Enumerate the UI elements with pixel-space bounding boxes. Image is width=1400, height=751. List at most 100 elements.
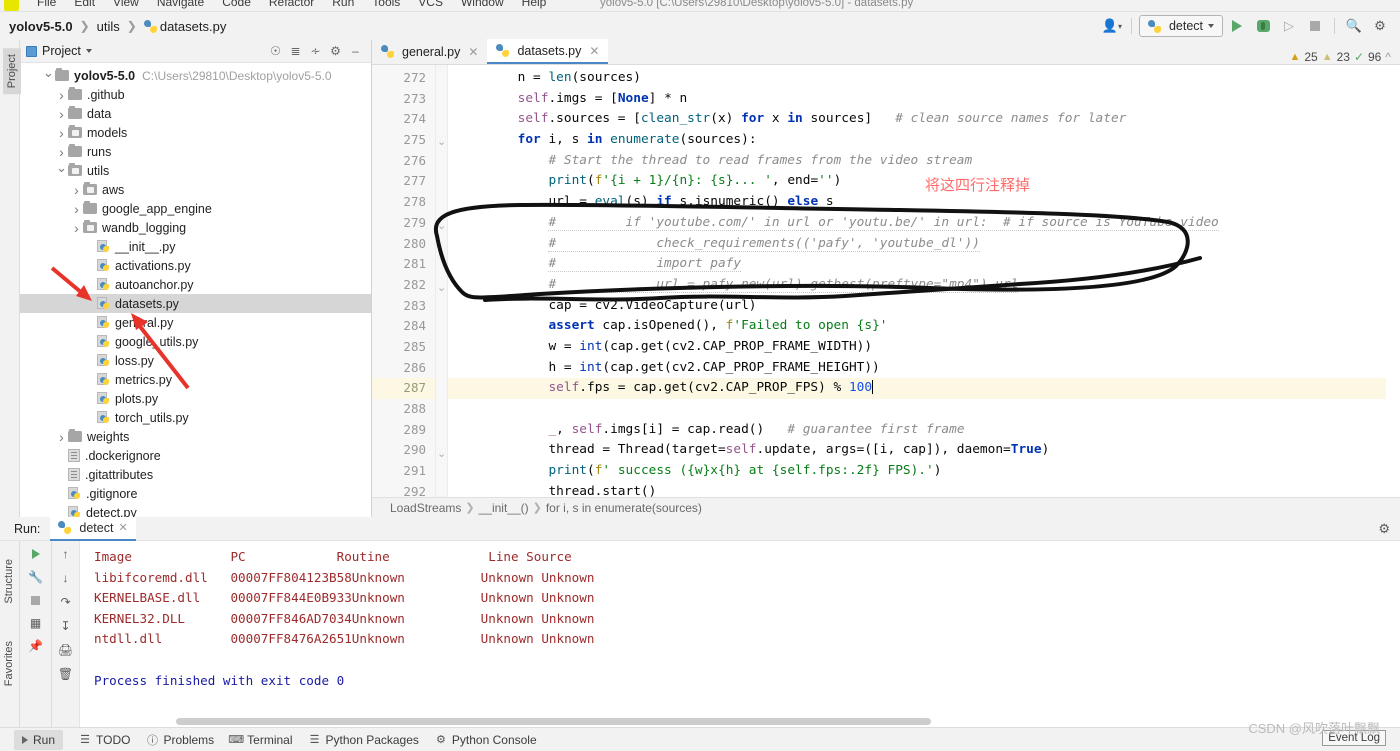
menu-item-window[interactable]: Window <box>452 0 513 8</box>
debug-button[interactable] <box>1251 15 1275 37</box>
menu-item-code[interactable]: Code <box>213 0 260 8</box>
menu-item-vcs[interactable]: VCS <box>409 0 452 8</box>
tool-tab-structure[interactable]: Structure <box>3 559 15 604</box>
tree-item-runs[interactable]: runs <box>20 142 371 161</box>
editor-tab-datasets[interactable]: datasets.py ✕ <box>487 39 609 64</box>
rerun-icon[interactable] <box>26 545 46 563</box>
code-line[interactable]: self.imgs = [None] * n <box>448 89 1386 110</box>
status-item-problems[interactable]: ⓘ Problems <box>146 733 214 747</box>
tree-item-utils[interactable]: utils <box>20 161 371 180</box>
down-icon[interactable]: ↓ <box>56 569 76 587</box>
print-icon[interactable]: 🖨 <box>56 641 76 659</box>
breadcrumb-class[interactable]: LoadStreams <box>390 501 461 515</box>
tree-item-models[interactable]: models <box>20 123 371 142</box>
tree-item--gitattributes[interactable]: .gitattributes <box>20 465 371 484</box>
close-icon[interactable]: ✕ <box>468 45 478 59</box>
breadcrumb-folder[interactable]: utils <box>94 19 123 34</box>
code-line[interactable]: self.sources = [clean_str(x) for x in so… <box>448 109 1386 130</box>
menu-item-run[interactable]: Run <box>323 0 363 8</box>
fold-marker-icon[interactable] <box>437 219 446 234</box>
code-line[interactable]: # if 'youtube.com/' in url or 'youtu.be/… <box>448 213 1386 234</box>
tree-item-general-py[interactable]: general.py <box>20 313 371 332</box>
menu-item-view[interactable]: View <box>104 0 148 8</box>
menu-item-file[interactable]: File <box>28 0 65 8</box>
tree-item-weights[interactable]: weights <box>20 427 371 446</box>
breadcrumb-file[interactable]: datasets.py <box>141 19 230 34</box>
editor-tab-general[interactable]: general.py ✕ <box>372 39 488 64</box>
search-icon[interactable]: 🔍 <box>1342 15 1366 37</box>
soft-wrap-icon[interactable]: ↷ <box>56 593 76 611</box>
code-folding-column[interactable] <box>436 65 448 497</box>
tree-item-google-app-engine[interactable]: google_app_engine <box>20 199 371 218</box>
status-item-python-packages[interactable]: ☰ Python Packages <box>309 733 419 747</box>
up-icon[interactable]: ↑ <box>56 545 76 563</box>
code-line[interactable]: print(f'{i + 1}/{n}: {s}... ', end='') <box>448 171 1386 192</box>
breadcrumb-method[interactable]: __init__() <box>479 501 529 515</box>
status-item-todo[interactable]: ☰ TODO <box>79 733 130 747</box>
tree-item--gitignore[interactable]: .gitignore <box>20 484 371 503</box>
status-item-terminal[interactable]: ⌨ Terminal <box>228 733 292 747</box>
code-line[interactable]: for i, s in enumerate(sources): <box>448 130 1386 151</box>
tree-item-wandb-logging[interactable]: wandb_logging <box>20 218 371 237</box>
tree-item-torch-utils-py[interactable]: torch_utils.py <box>20 408 371 427</box>
code-line[interactable]: self.fps = cap.get(cv2.CAP_PROP_FPS) % 1… <box>448 378 1386 399</box>
tree-item-data[interactable]: data <box>20 104 371 123</box>
chevron-down-icon[interactable] <box>42 68 55 84</box>
hide-panel-icon[interactable]: – <box>346 42 365 61</box>
scroll-to-end-icon[interactable]: ↧ <box>56 617 76 635</box>
event-log-button[interactable]: Event Log <box>1322 730 1386 746</box>
gear-icon[interactable]: ⚙ <box>1368 15 1392 37</box>
status-item-run[interactable]: Run <box>14 729 64 750</box>
locate-icon[interactable]: ☉ <box>266 42 285 61</box>
chevron-right-icon[interactable] <box>55 429 68 445</box>
run-tab-detect[interactable]: detect ✕ <box>50 516 136 541</box>
run-console-output[interactable]: Image PC Routine Line Source libifcoremd.… <box>80 541 1400 727</box>
fold-marker-icon[interactable] <box>437 135 446 150</box>
code-line[interactable]: # Start the thread to read frames from t… <box>448 151 1386 172</box>
chevron-right-icon[interactable] <box>55 144 68 160</box>
breadcrumb-statement[interactable]: for i, s in enumerate(sources) <box>546 501 702 515</box>
chevron-right-icon[interactable] <box>70 182 83 198</box>
run-button[interactable] <box>1225 15 1249 37</box>
menu-item-navigate[interactable]: Navigate <box>148 0 213 8</box>
code-content[interactable]: n = len(sources) self.imgs = [None] * n … <box>448 65 1386 497</box>
project-tree[interactable]: yolov5-5.0 C:\Users\29810\Desktop\yolov5-… <box>20 63 371 517</box>
tool-tab-project[interactable]: Project <box>3 48 21 95</box>
chevron-right-icon[interactable] <box>55 106 68 122</box>
tree-item-detect-py[interactable]: detect.py <box>20 503 371 517</box>
collapse-all-icon[interactable]: ∻ <box>306 42 325 61</box>
pin-icon[interactable]: 📌 <box>26 637 46 655</box>
fold-marker-icon[interactable] <box>437 447 446 462</box>
code-line[interactable]: url = eval(s) if s.isnumeric() else s <box>448 192 1386 213</box>
stop-icon[interactable] <box>26 591 46 609</box>
code-line[interactable]: _, self.imgs[i] = cap.read() # guarantee… <box>448 420 1386 441</box>
tree-item-autoanchor-py[interactable]: autoanchor.py <box>20 275 371 294</box>
expand-all-icon[interactable]: ≣ <box>286 42 305 61</box>
status-item-python-console[interactable]: ⚙ Python Console <box>435 733 537 747</box>
tree-item--init-py[interactable]: __init__.py <box>20 237 371 256</box>
run-coverage-button[interactable]: ▷ <box>1277 15 1301 37</box>
code-line[interactable]: # url = pafy.new(url).getbest(preftype="… <box>448 275 1386 296</box>
gear-icon[interactable]: ⚙ <box>1378 521 1400 537</box>
breadcrumb-project[interactable]: yolov5-5.0 <box>6 19 76 34</box>
chevron-down-icon[interactable] <box>55 163 68 179</box>
code-line[interactable] <box>448 399 1386 420</box>
tree-item-activations-py[interactable]: activations.py <box>20 256 371 275</box>
tree-item--dockerignore[interactable]: .dockerignore <box>20 446 371 465</box>
console-horizontal-scrollbar[interactable] <box>176 718 1386 725</box>
tree-item-loss-py[interactable]: loss.py <box>20 351 371 370</box>
trash-icon[interactable]: 🗑 <box>56 665 76 683</box>
project-panel-title[interactable]: Project <box>26 44 92 58</box>
menu-item-help[interactable]: Help <box>513 0 556 8</box>
inspection-status[interactable]: ▲ 25 ▲ 23 ✓ 96 ^ <box>1289 50 1400 64</box>
chevron-right-icon[interactable] <box>70 201 83 217</box>
close-icon[interactable]: ✕ <box>589 44 599 58</box>
menu-item-edit[interactable]: Edit <box>65 0 104 8</box>
code-line[interactable]: h = int(cap.get(cv2.CAP_PROP_FRAME_HEIGH… <box>448 358 1386 379</box>
code-line[interactable]: thread = Thread(target=self.update, args… <box>448 440 1386 461</box>
code-line[interactable]: print(f' success ({w}x{h} at {self.fps:.… <box>448 461 1386 482</box>
close-icon[interactable]: ✕ <box>118 521 127 534</box>
tool-tab-favorites[interactable]: Favorites <box>3 641 15 686</box>
chevron-right-icon[interactable] <box>70 220 83 236</box>
code-line[interactable]: assert cap.isOpened(), f'Failed to open … <box>448 316 1386 337</box>
